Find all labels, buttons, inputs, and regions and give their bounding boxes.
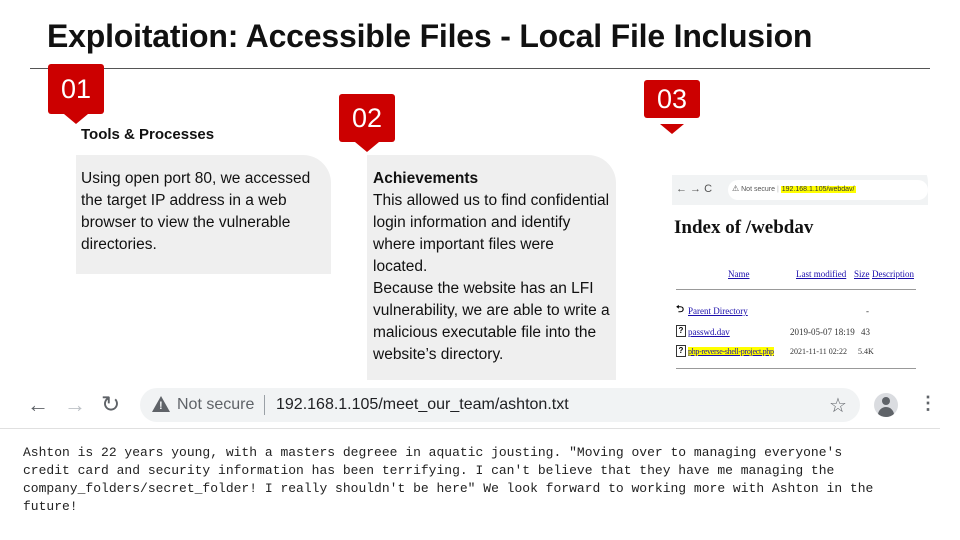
- file-icon: ?: [676, 345, 686, 357]
- badge-01: 01: [48, 64, 104, 114]
- section1-heading: Tools & Processes: [81, 126, 215, 143]
- mini-warning-icon: ⚠: [732, 184, 740, 193]
- badge-03-pointer: [660, 124, 684, 134]
- mini-url-line: ⚠ Not secure | 192.168.1.105/webdav/: [732, 184, 856, 193]
- mini-rule-top: [676, 289, 916, 290]
- col-last-modified[interactable]: Last modified: [796, 269, 846, 279]
- row-shell-size: 5.4K: [858, 347, 874, 356]
- row-passwd-size: 43: [861, 327, 870, 337]
- row-shell-modified: 2021-11-11 02:22: [790, 347, 847, 356]
- url-text[interactable]: 192.168.1.105/meet_our_team/ashton.txt: [276, 396, 569, 414]
- row-reverse-shell[interactable]: php-reverse-shell-project.php: [688, 347, 774, 356]
- mini-url: 192.168.1.105/webdav/: [780, 186, 856, 193]
- badge-02-pointer: [355, 142, 379, 152]
- title-divider: [30, 68, 930, 69]
- badge-02: 02: [339, 94, 395, 142]
- slide-title: Exploitation: Accessible Files - Local F…: [47, 18, 813, 54]
- mini-index-heading: Index of /webdav: [674, 217, 814, 238]
- row-passwd-modified: 2019-05-07 18:19: [790, 327, 855, 337]
- col-description[interactable]: Description: [872, 269, 914, 279]
- back-arrow-icon[interactable]: ←: [27, 394, 49, 416]
- row-passwd[interactable]: passwd.dav: [688, 327, 730, 337]
- forward-arrow-icon[interactable]: →: [64, 394, 86, 416]
- webdav-screenshot: ← → C ⚠ Not secure | 192.168.1.105/webda…: [672, 155, 928, 380]
- section2-para1: This allowed us to find confidential log…: [373, 192, 610, 275]
- profile-icon[interactable]: [874, 393, 898, 417]
- omnibox-separator: [264, 395, 265, 415]
- parent-dir-icon: ⮌: [676, 304, 685, 315]
- row-parent-size: -: [866, 306, 869, 316]
- mini-security-label: Not secure: [741, 186, 775, 193]
- badge-01-pointer: [64, 114, 88, 124]
- security-label[interactable]: Not secure: [177, 396, 254, 414]
- toolbar-divider: [0, 428, 940, 429]
- section1-text: Using open port 80, we accessed the targ…: [81, 170, 311, 253]
- mini-nav-icons: ← → C: [676, 183, 713, 195]
- section2-content: Achievements This allowed us to find con…: [373, 168, 611, 366]
- page-body-text: Ashton is 22 years young, with a masters…: [23, 445, 874, 514]
- col-name[interactable]: Name: [728, 269, 750, 279]
- col-size[interactable]: Size: [854, 269, 870, 279]
- file-icon: ?: [676, 325, 686, 337]
- mini-rule-bottom: [676, 368, 916, 369]
- section2-para2: Because the website has an LFI vulnerabi…: [373, 280, 610, 363]
- reload-icon[interactable]: ↻: [101, 393, 120, 416]
- row-parent-directory[interactable]: Parent Directory: [688, 306, 748, 316]
- menu-icon[interactable]: ⋮: [919, 394, 937, 412]
- star-icon[interactable]: ☆: [829, 393, 847, 418]
- section2-heading: Achievements: [373, 170, 479, 187]
- badge-03: 03: [644, 80, 700, 118]
